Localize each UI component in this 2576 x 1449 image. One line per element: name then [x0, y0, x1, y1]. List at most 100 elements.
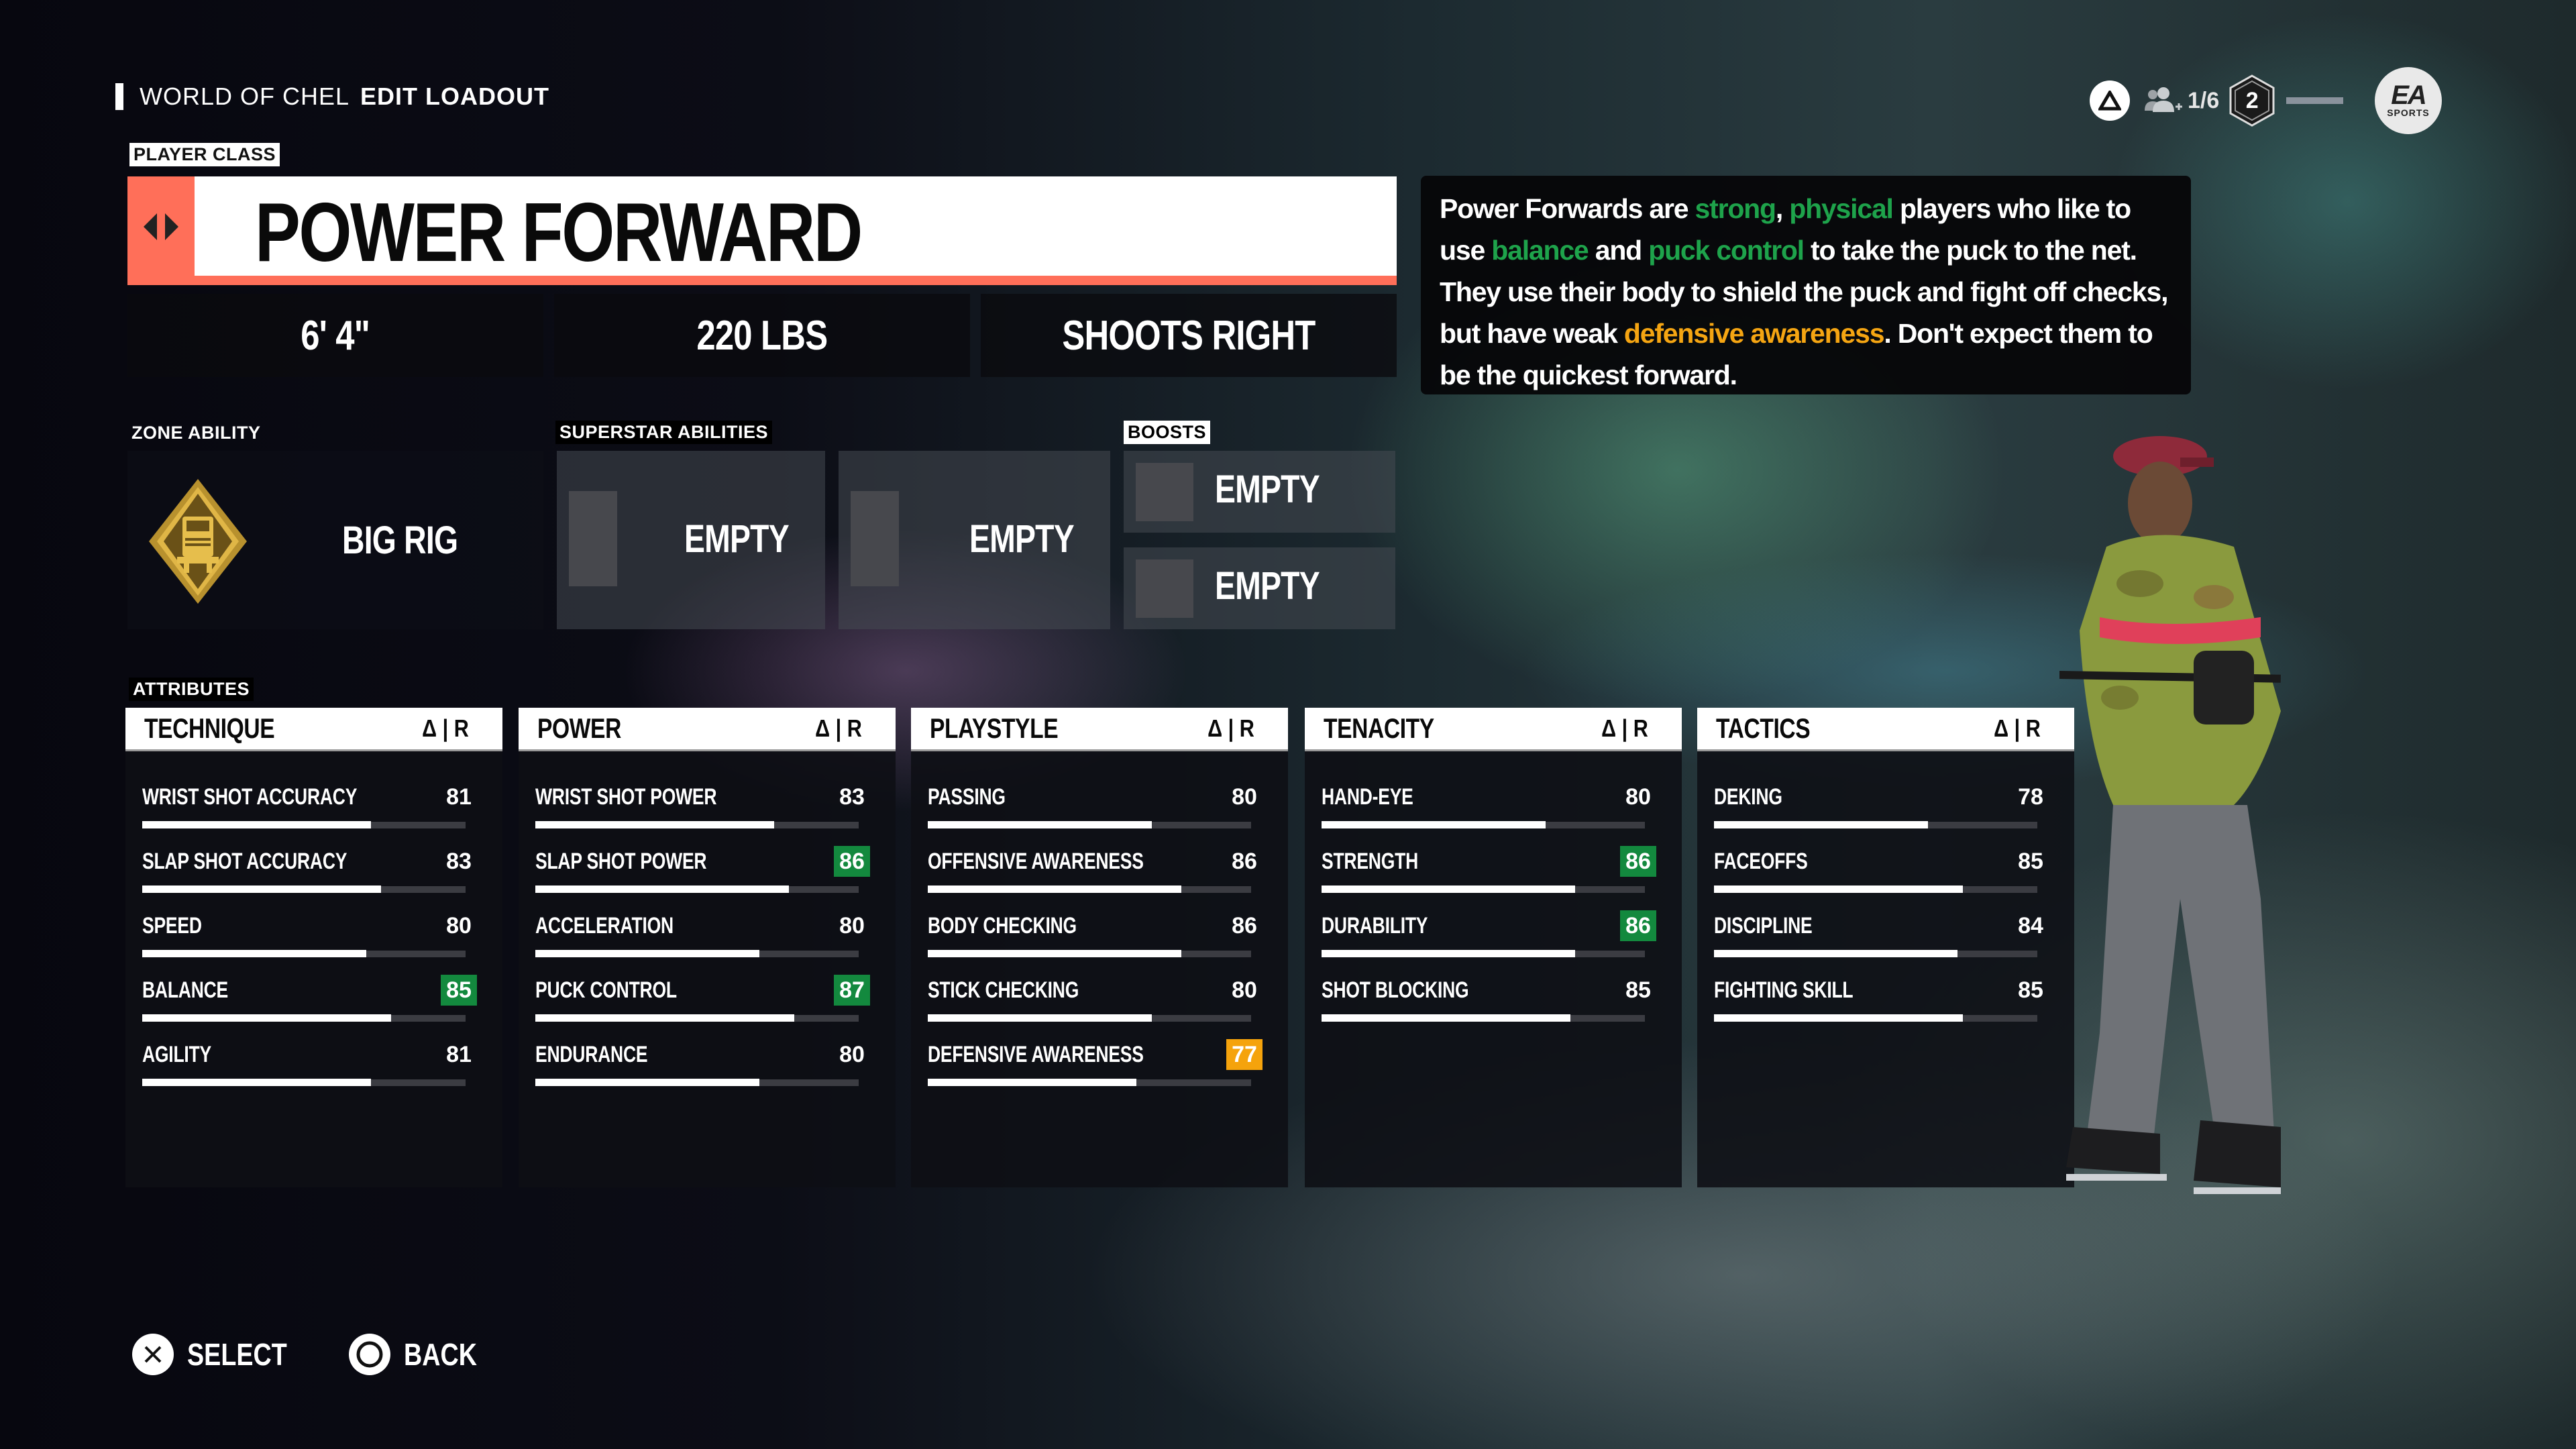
- weight-stat: 220 LBS: [554, 294, 970, 377]
- attribute-column-header: TACTICS Δ | R: [1697, 708, 2074, 751]
- superstar-ability-2-name: EMPTY: [969, 517, 1075, 561]
- attribute-bar-track: [142, 821, 466, 828]
- attribute-bar-track: [928, 885, 1251, 893]
- attribute-row: PUCK CONTROL 87: [535, 975, 870, 1031]
- attribute-bar-fill: [928, 821, 1152, 828]
- attribute-bar-track: [1322, 950, 1645, 957]
- xp-progress-line: [2286, 97, 2344, 104]
- attribute-value: 80: [1232, 977, 1257, 1003]
- attribute-bar-fill: [1714, 950, 1958, 957]
- attribute-bar-fill: [142, 885, 381, 893]
- attribute-bar-track: [1322, 885, 1645, 893]
- highlight-positive: strong: [1695, 193, 1777, 224]
- superstar-ability-slot-2[interactable]: EMPTY: [839, 451, 1110, 629]
- attribute-column-header: PLAYSTYLE Δ | R: [911, 708, 1288, 751]
- attribute-column-header: POWER Δ | R: [519, 708, 896, 751]
- attribute-row: DEKING 78: [1714, 784, 2047, 838]
- attribute-bar-fill: [535, 821, 774, 828]
- attribute-label: STICK CHECKING: [928, 977, 1079, 1003]
- ea-sports-logo: EA SPORTS: [2375, 67, 2442, 134]
- attribute-row: BODY CHECKING 86: [928, 913, 1261, 967]
- zone-ability-name: BIG RIG: [342, 519, 458, 562]
- attribute-bar-track: [1322, 1014, 1645, 1022]
- attribute-label: WRIST SHOT ACCURACY: [142, 784, 358, 810]
- attribute-value: 84: [2018, 912, 2043, 938]
- player-class-label: PLAYER CLASS: [129, 143, 280, 166]
- attribute-row: SHOT BLOCKING 85: [1322, 977, 1655, 1031]
- level-badge: 2: [2229, 74, 2275, 127]
- attribute-bar-fill: [928, 885, 1182, 893]
- attribute-bar-track: [928, 821, 1251, 828]
- zone-ability-slot[interactable]: BIG RIG: [127, 451, 543, 629]
- category-name: TECHNIQUE: [144, 712, 275, 744]
- attribute-column-header: TECHNIQUE Δ | R: [125, 708, 502, 751]
- superstar-abilities-label: SUPERSTAR ABILITIES: [555, 421, 773, 444]
- attribute-value-boosted: 86: [1620, 846, 1656, 877]
- attribute-row: FIGHTING SKILL 85: [1714, 977, 2047, 1031]
- attribute-value-boosted: 87: [834, 975, 870, 1006]
- left-right-arrows-icon[interactable]: [141, 207, 181, 247]
- party-indicator[interactable]: 1/6: [2143, 87, 2219, 115]
- attribute-bar-track: [142, 1014, 466, 1022]
- attribute-label: WRIST SHOT POWER: [535, 784, 717, 810]
- ea-logo-subtext: SPORTS: [2387, 107, 2430, 118]
- select-prompt[interactable]: SELECT: [132, 1334, 309, 1375]
- attribute-bar-fill: [1322, 950, 1576, 957]
- attribute-value: 85: [2018, 848, 2043, 874]
- attribute-value: 83: [839, 784, 865, 810]
- height-stat: 6' 4": [127, 294, 543, 377]
- attribute-column-playstyle[interactable]: PLAYSTYLE Δ | R PASSING 80 OFFENSIVE AWARENE…: [911, 708, 1288, 1187]
- boosts-label: BOOSTS: [1124, 421, 1211, 444]
- superstar-ability-1-name: EMPTY: [684, 517, 790, 561]
- attribute-column-tenacity[interactable]: TENACITY Δ | R HAND-EYE 80 STRENGTH 86 DURABIL…: [1305, 708, 1682, 1187]
- attribute-row: SLAP SHOT ACCURACY 83: [142, 849, 476, 902]
- boost-slot-2[interactable]: EMPTY: [1124, 547, 1395, 629]
- zone-ability-label: ZONE ABILITY: [131, 423, 261, 443]
- circle-button-icon: [349, 1334, 391, 1375]
- attribute-bar-fill: [535, 1014, 794, 1022]
- attribute-label: FACEOFFS: [1714, 849, 1808, 874]
- boost-slot-1[interactable]: EMPTY: [1124, 451, 1395, 533]
- attribute-bar-fill: [1714, 1014, 1963, 1022]
- attribute-value-boosted: 85: [441, 975, 477, 1006]
- weight-value: 220 LBS: [696, 312, 828, 359]
- empty-slot-icon: [1136, 463, 1193, 521]
- attribute-label: FIGHTING SKILL: [1714, 977, 1854, 1003]
- category-name: TENACITY: [1324, 712, 1434, 744]
- attribute-value: 81: [446, 1041, 472, 1067]
- playstation-triangle-icon[interactable]: [2090, 80, 2130, 121]
- attribute-value: 78: [2018, 784, 2043, 810]
- attribute-bar-track: [928, 1079, 1251, 1086]
- attribute-label: BODY CHECKING: [928, 913, 1077, 938]
- attribute-value: 83: [446, 848, 472, 874]
- height-value: 6' 4": [301, 312, 371, 359]
- attribute-bar-track: [1714, 950, 2037, 957]
- attribute-bar-fill: [142, 950, 366, 957]
- top-hud: 1/6 2 EA SPORTS: [2090, 67, 2442, 134]
- attribute-value: 85: [1625, 977, 1651, 1003]
- attribute-value: 86: [1232, 912, 1257, 938]
- attribute-row: DISCIPLINE 84: [1714, 913, 2047, 967]
- attribute-bar-track: [1714, 821, 2037, 828]
- attribute-row: FACEOFFS 85: [1714, 849, 2047, 902]
- attribute-column-tactics[interactable]: TACTICS Δ | R DEKING 78 FACEOFFS 85 DISCIPLINE…: [1697, 708, 2074, 1187]
- attribute-value: 81: [446, 784, 472, 810]
- attribute-bar-track: [535, 950, 859, 957]
- attribute-label: ACCELERATION: [535, 913, 674, 938]
- attribute-label: DEFENSIVE AWARENESS: [928, 1042, 1144, 1067]
- attribute-column-technique[interactable]: TECHNIQUE Δ | R WRIST SHOT ACCURACY 81 SLAP …: [125, 708, 502, 1187]
- attribute-row: HAND-EYE 80: [1322, 784, 1655, 838]
- attribute-column-power[interactable]: POWER Δ | R WRIST SHOT POWER 83 SLAP SHOT PO…: [519, 708, 896, 1187]
- empty-slot-icon: [1136, 559, 1193, 618]
- back-prompt[interactable]: BACK: [349, 1334, 493, 1375]
- highlight-positive: physical: [1789, 193, 1894, 224]
- superstar-ability-slot-1[interactable]: EMPTY: [557, 451, 825, 629]
- empty-slot-icon: [851, 491, 899, 586]
- page-title: EDIT LOADOUT: [360, 83, 550, 110]
- description-text: and: [1588, 235, 1649, 266]
- category-name: TACTICS: [1716, 712, 1811, 744]
- description-text: ,: [1775, 193, 1790, 224]
- attribute-row: PASSING 80: [928, 784, 1261, 838]
- attribute-label: DISCIPLINE: [1714, 913, 1813, 938]
- attribute-label: HAND-EYE: [1322, 784, 1413, 810]
